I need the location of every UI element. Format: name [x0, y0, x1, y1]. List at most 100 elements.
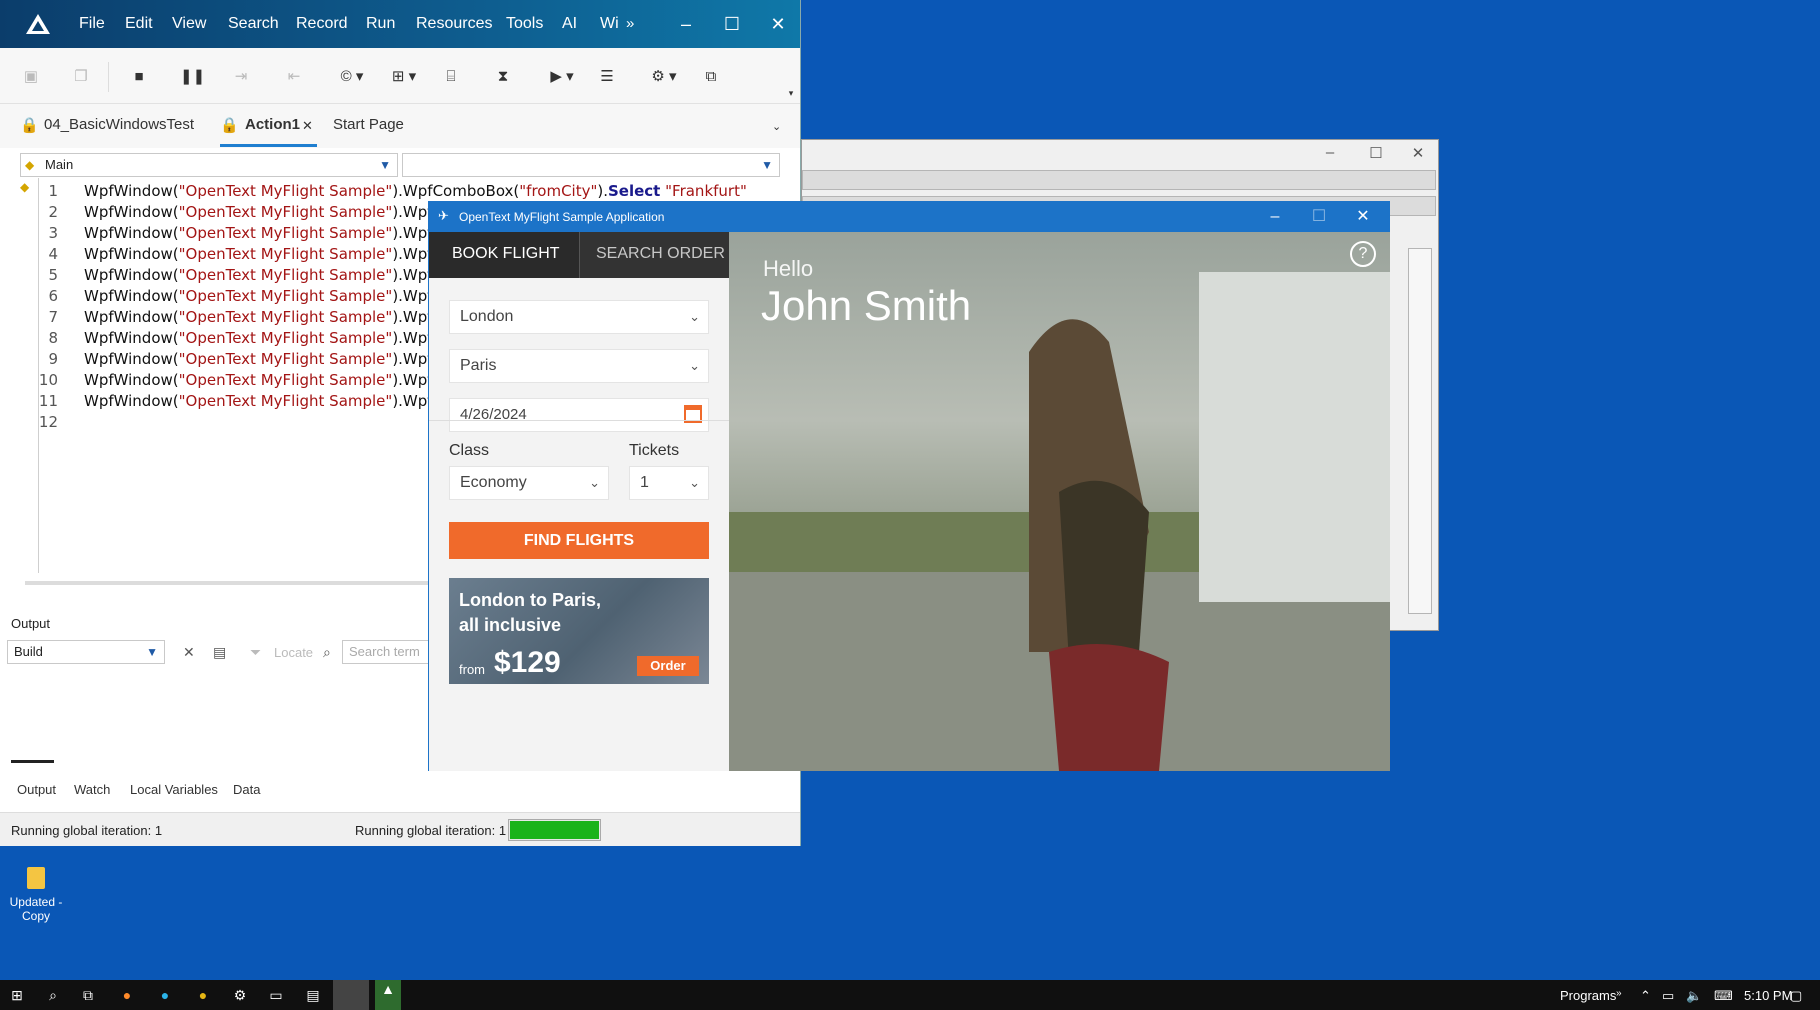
tab-test[interactable]: 04_BasicWindowsTest — [44, 116, 194, 133]
stop-icon[interactable]: ■ — [128, 66, 150, 88]
line-number: 12 — [38, 413, 58, 431]
locate-filter-icon[interactable]: ⏷ — [250, 644, 261, 661]
chrome-icon[interactable]: ● — [193, 986, 213, 1004]
maximize-button[interactable]: ☐ — [712, 10, 752, 38]
volume-icon[interactable]: 🔈 — [1686, 988, 1702, 1004]
task-view-icon[interactable]: ⧉ — [78, 986, 98, 1004]
list-icon[interactable]: ☰ — [596, 66, 618, 88]
promo-banner[interactable]: London to Paris, all inclusive from $129… — [449, 578, 709, 684]
code-text: WpfWindow("OpenText MyFlight Sample").Wp… — [84, 287, 452, 305]
desktop-folder-shortcut[interactable]: Updated - Copy — [8, 867, 64, 923]
spy-icon[interactable]: ⊞ ▾ — [388, 66, 420, 88]
code-token: "OpenText MyFlight Sample" — [178, 350, 393, 368]
clear-icon[interactable]: ✕ — [183, 644, 195, 661]
chevron-down-icon: ▼ — [761, 158, 773, 172]
save-icon[interactable]: ▣ — [20, 66, 42, 88]
search-icon[interactable]: ⌕ — [43, 986, 63, 1004]
code-text: WpfWindow("OpenText MyFlight Sample").Wp… — [84, 329, 452, 347]
object-repository-icon[interactable]: ⧉ — [700, 66, 722, 88]
settings-gear-icon[interactable]: ⚙ — [230, 986, 250, 1004]
tickets-select[interactable]: 1 ⌄ — [629, 466, 709, 500]
menu-run[interactable]: Run — [366, 15, 395, 33]
date-picker[interactable]: 4/26/2024 — [449, 398, 709, 432]
procedure-combo[interactable]: ▼ — [402, 153, 780, 177]
chevron-down-icon: ▼ — [146, 645, 158, 659]
tabs-overflow-icon[interactable]: ⌄ — [772, 120, 781, 133]
archive-icon[interactable]: ⌸ — [440, 66, 462, 88]
menu-resources[interactable]: Resources — [416, 15, 492, 33]
class-select[interactable]: Economy ⌄ — [449, 466, 609, 500]
maximize-button[interactable]: ☐ — [1297, 205, 1341, 229]
menu-window[interactable]: Wi — [600, 15, 619, 33]
windows-start-icon[interactable]: ⊞ — [7, 986, 27, 1004]
tab-start-page[interactable]: Start Page — [333, 116, 404, 133]
line-number: 6 — [48, 287, 58, 305]
chevron-up-icon[interactable]: ⌃ — [1640, 988, 1651, 1004]
action-combo[interactable]: ◆ Main ▼ — [20, 153, 398, 177]
clock[interactable]: 5:10 PM — [1744, 988, 1792, 1003]
promo-from-label: from — [459, 662, 485, 677]
minimize-button[interactable]: – — [1253, 205, 1297, 229]
bus-shape — [1199, 272, 1390, 602]
myflight-taskbar-icon[interactable] — [333, 980, 369, 1010]
promo-headline: London to Paris, all inclusive — [459, 590, 601, 635]
maximize-button[interactable]: ☐ — [1356, 144, 1396, 168]
record-mode-icon[interactable]: © ▾ — [336, 66, 368, 88]
toolbar-overflow-icon[interactable]: » — [1616, 988, 1622, 999]
filter-view-icon[interactable]: ▤ — [213, 644, 226, 661]
tab-watch[interactable]: Watch — [74, 782, 110, 797]
output-source-combo[interactable]: Build ▼ — [7, 640, 165, 664]
run-icon[interactable]: ▶ ▾ — [546, 66, 578, 88]
tab-local-variables[interactable]: Local Variables — [130, 782, 218, 797]
checkpoint-icon[interactable]: ⧗ — [492, 66, 514, 88]
tab-action1[interactable]: Action1 — [245, 116, 300, 133]
section-divider — [429, 420, 729, 421]
uft-taskbar-icon[interactable]: ▤ — [303, 986, 323, 1004]
settings-gear-icon[interactable]: ⚙ ▾ — [648, 66, 680, 88]
programs-toolbar[interactable]: Programs — [1560, 988, 1616, 1003]
from-city-select[interactable]: London ⌄ — [449, 300, 709, 334]
search-icon[interactable]: ⌕ — [323, 644, 331, 661]
code-token: WpfWindow( — [84, 224, 179, 242]
menu-ai[interactable]: AI — [562, 15, 577, 33]
close-button[interactable]: ✕ — [1398, 144, 1438, 168]
menu-search[interactable]: Search — [228, 15, 279, 33]
plane-icon: ✈ — [438, 208, 449, 223]
tab-output[interactable]: Output — [17, 782, 56, 797]
network-icon[interactable]: ▭ — [1662, 988, 1674, 1004]
to-city-select[interactable]: Paris ⌄ — [449, 349, 709, 383]
menu-view[interactable]: View — [172, 15, 206, 33]
edge-icon[interactable]: ● — [155, 986, 175, 1004]
toolbar-overflow-icon[interactable]: ▾ — [780, 82, 802, 104]
minimize-button[interactable]: – — [666, 10, 706, 38]
code-token: WpfWindow( — [84, 182, 179, 200]
pause-icon[interactable]: ❚❚ — [180, 66, 205, 88]
code-text: WpfWindow("OpenText MyFlight Sample").Wp… — [84, 308, 448, 326]
keyboard-icon[interactable]: ⌨ — [1714, 988, 1733, 1004]
locate-button[interactable]: Locate — [274, 645, 313, 660]
close-button[interactable]: ✕ — [758, 10, 798, 38]
find-flights-button[interactable]: FIND FLIGHTS — [449, 522, 709, 559]
menu-edit[interactable]: Edit — [125, 15, 153, 33]
tab-book-flight[interactable]: BOOK FLIGHT — [452, 245, 560, 263]
tab-search-order[interactable]: SEARCH ORDER — [596, 245, 725, 263]
close-button[interactable]: ✕ — [1341, 205, 1385, 229]
uft-active-taskbar-icon[interactable]: ▲ — [375, 980, 401, 1010]
terminal-icon[interactable]: ▭ — [266, 986, 286, 1004]
menu-overflow-icon[interactable]: » — [626, 15, 634, 32]
tab-data[interactable]: Data — [233, 782, 260, 797]
background-window-scrollbar[interactable] — [1408, 248, 1432, 614]
menu-tools[interactable]: Tools — [506, 15, 543, 33]
menu-record[interactable]: Record — [296, 15, 348, 33]
minimize-button[interactable]: – — [1310, 144, 1350, 168]
help-icon[interactable]: ? — [1350, 241, 1376, 267]
step-into-icon[interactable]: ⇥ — [230, 66, 252, 88]
firefox-icon[interactable]: ● — [117, 986, 137, 1004]
step-out-icon[interactable]: ⇤ — [283, 66, 305, 88]
menu-file[interactable]: File — [79, 15, 105, 33]
save-all-icon[interactable]: ❐ — [70, 66, 92, 88]
notification-icon[interactable]: ▢ — [1790, 988, 1802, 1004]
tab-close-icon[interactable]: ✕ — [302, 118, 313, 134]
status-left-text: Running global iteration: 1 — [11, 823, 163, 838]
promo-order-button[interactable]: Order — [637, 656, 699, 676]
